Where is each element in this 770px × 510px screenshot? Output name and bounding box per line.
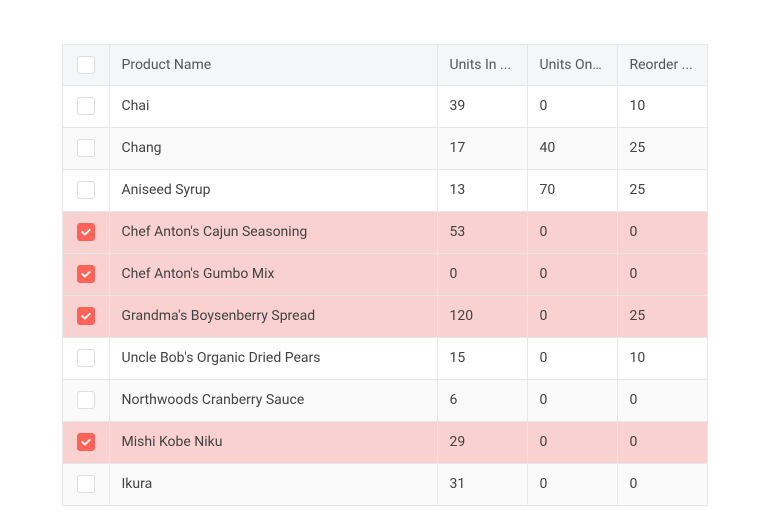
cell-reorder-level: 10	[617, 337, 707, 379]
cell-units-in-stock: 31	[437, 463, 527, 505]
cell-product-name: Chef Anton's Cajun Seasoning	[109, 211, 437, 253]
cell-reorder-level: 10	[617, 85, 707, 127]
cell-reorder-level: 0	[617, 211, 707, 253]
select-cell	[63, 253, 109, 295]
table-row[interactable]: Chef Anton's Cajun Seasoning5300	[63, 211, 707, 253]
cell-units-on-order: 40	[527, 127, 617, 169]
cell-product-name: Chai	[109, 85, 437, 127]
cell-units-on-order: 0	[527, 337, 617, 379]
cell-units-in-stock: 120	[437, 295, 527, 337]
select-cell	[63, 211, 109, 253]
header-row: Product Name Units In ... Units On ... R…	[63, 45, 707, 85]
products-table: Product Name Units In ... Units On ... R…	[63, 45, 707, 505]
select-cell	[63, 337, 109, 379]
table-row[interactable]: Mishi Kobe Niku2900	[63, 421, 707, 463]
row-checkbox[interactable]	[77, 349, 95, 367]
cell-product-name: Chang	[109, 127, 437, 169]
cell-units-on-order: 0	[527, 253, 617, 295]
row-checkbox[interactable]	[77, 475, 95, 493]
row-checkbox[interactable]	[77, 433, 95, 451]
row-checkbox[interactable]	[77, 181, 95, 199]
cell-reorder-level: 25	[617, 127, 707, 169]
select-all-checkbox[interactable]	[77, 56, 95, 74]
cell-reorder-level: 25	[617, 169, 707, 211]
row-checkbox[interactable]	[77, 139, 95, 157]
cell-units-on-order: 0	[527, 295, 617, 337]
table-row[interactable]: Aniseed Syrup137025	[63, 169, 707, 211]
check-icon	[80, 310, 92, 322]
select-cell	[63, 169, 109, 211]
cell-units-on-order: 0	[527, 379, 617, 421]
header-units-on-order[interactable]: Units On ...	[527, 45, 617, 85]
check-icon	[80, 268, 92, 280]
header-select-cell	[63, 45, 109, 85]
cell-product-name: Uncle Bob's Organic Dried Pears	[109, 337, 437, 379]
select-cell	[63, 85, 109, 127]
cell-units-in-stock: 39	[437, 85, 527, 127]
cell-product-name: Chef Anton's Gumbo Mix	[109, 253, 437, 295]
check-icon	[80, 226, 92, 238]
select-cell	[63, 379, 109, 421]
table-row[interactable]: Chef Anton's Gumbo Mix000	[63, 253, 707, 295]
row-checkbox[interactable]	[77, 265, 95, 283]
table-row[interactable]: Northwoods Cranberry Sauce600	[63, 379, 707, 421]
cell-reorder-level: 0	[617, 421, 707, 463]
cell-product-name: Northwoods Cranberry Sauce	[109, 379, 437, 421]
table-row[interactable]: Chai39010	[63, 85, 707, 127]
cell-product-name: Mishi Kobe Niku	[109, 421, 437, 463]
table-row[interactable]: Chang174025	[63, 127, 707, 169]
row-checkbox[interactable]	[77, 97, 95, 115]
cell-units-on-order: 70	[527, 169, 617, 211]
table-row[interactable]: Ikura3100	[63, 463, 707, 505]
cell-reorder-level: 0	[617, 463, 707, 505]
cell-product-name: Aniseed Syrup	[109, 169, 437, 211]
cell-units-in-stock: 6	[437, 379, 527, 421]
select-cell	[63, 421, 109, 463]
table-row[interactable]: Uncle Bob's Organic Dried Pears15010	[63, 337, 707, 379]
cell-units-in-stock: 0	[437, 253, 527, 295]
row-checkbox[interactable]	[77, 223, 95, 241]
cell-product-name: Grandma's Boysenberry Spread	[109, 295, 437, 337]
check-icon	[80, 436, 92, 448]
cell-units-on-order: 0	[527, 463, 617, 505]
header-reorder-level[interactable]: Reorder ...	[617, 45, 707, 85]
cell-units-in-stock: 17	[437, 127, 527, 169]
select-cell	[63, 295, 109, 337]
products-grid: Product Name Units In ... Units On ... R…	[62, 44, 708, 506]
cell-units-in-stock: 15	[437, 337, 527, 379]
cell-reorder-level: 0	[617, 253, 707, 295]
cell-reorder-level: 25	[617, 295, 707, 337]
row-checkbox[interactable]	[77, 307, 95, 325]
cell-units-on-order: 0	[527, 85, 617, 127]
header-units-in-stock[interactable]: Units In ...	[437, 45, 527, 85]
cell-units-on-order: 0	[527, 211, 617, 253]
select-cell	[63, 463, 109, 505]
cell-units-in-stock: 53	[437, 211, 527, 253]
cell-units-in-stock: 13	[437, 169, 527, 211]
cell-units-in-stock: 29	[437, 421, 527, 463]
cell-product-name: Ikura	[109, 463, 437, 505]
select-cell	[63, 127, 109, 169]
header-product-name[interactable]: Product Name	[109, 45, 437, 85]
row-checkbox[interactable]	[77, 391, 95, 409]
cell-units-on-order: 0	[527, 421, 617, 463]
table-row[interactable]: Grandma's Boysenberry Spread120025	[63, 295, 707, 337]
cell-reorder-level: 0	[617, 379, 707, 421]
